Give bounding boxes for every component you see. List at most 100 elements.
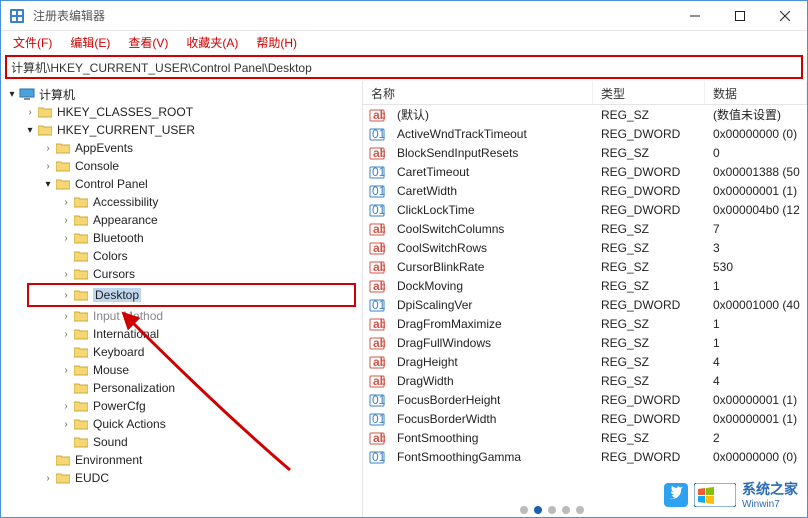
tree-hkcu[interactable]: ▾ HKEY_CURRENT_USER	[1, 121, 362, 139]
value-row[interactable]: abDragFromMaximizeREG_SZ1	[363, 314, 807, 333]
chevron-right-icon[interactable]: ›	[59, 365, 73, 376]
column-type[interactable]: 类型	[593, 81, 705, 104]
dot[interactable]	[548, 506, 556, 514]
chevron-down-icon[interactable]: ▾	[41, 179, 55, 190]
windows-logo-icon	[694, 483, 736, 507]
chevron-right-icon[interactable]: ›	[59, 215, 73, 226]
value-row[interactable]: 011FocusBorderHeightREG_DWORD0x00000001 …	[363, 390, 807, 409]
tree-appevents[interactable]: › AppEvents	[1, 139, 362, 157]
value-row[interactable]: abDragFullWindowsREG_SZ1	[363, 333, 807, 352]
value-row[interactable]: abDockMovingREG_SZ1	[363, 276, 807, 295]
tree-powercfg[interactable]: ›PowerCfg	[1, 397, 362, 415]
menu-help[interactable]: 帮助(H)	[248, 32, 305, 53]
column-name[interactable]: 名称	[363, 81, 593, 104]
tree-sound[interactable]: Sound	[1, 433, 362, 451]
tree-international[interactable]: ›International	[1, 325, 362, 343]
value-name: DockMoving	[389, 279, 593, 293]
value-row[interactable]: 011ClickLockTimeREG_DWORD0x000004b0 (12	[363, 200, 807, 219]
value-row[interactable]: 011DpiScalingVerREG_DWORD0x00001000 (40	[363, 295, 807, 314]
chevron-down-icon[interactable]: ▾	[23, 125, 37, 136]
value-row[interactable]: abDragWidthREG_SZ4	[363, 371, 807, 390]
chevron-right-icon[interactable]: ›	[59, 311, 73, 322]
chevron-right-icon[interactable]: ›	[59, 329, 73, 340]
value-data: 3	[705, 241, 807, 255]
value-name: CaretTimeout	[389, 165, 593, 179]
value-row[interactable]: abCoolSwitchColumnsREG_SZ7	[363, 219, 807, 238]
chevron-right-icon[interactable]: ›	[59, 419, 73, 430]
value-type: REG_SZ	[593, 431, 705, 445]
folder-icon	[73, 213, 89, 227]
maximize-button[interactable]	[717, 1, 762, 31]
tree-environment[interactable]: Environment	[1, 451, 362, 469]
chevron-right-icon[interactable]: ›	[41, 161, 55, 172]
svg-text:011: 011	[372, 127, 385, 141]
address-bar[interactable]: 计算机\HKEY_CURRENT_USER\Control Panel\Desk…	[5, 55, 803, 79]
tree-personalization[interactable]: Personalization	[1, 379, 362, 397]
value-row[interactable]: abBlockSendInputResetsREG_SZ0	[363, 143, 807, 162]
tree-controlpanel[interactable]: ▾ Control Panel	[1, 175, 362, 193]
dot[interactable]	[576, 506, 584, 514]
chevron-right-icon[interactable]: ›	[59, 269, 73, 280]
chevron-right-icon[interactable]: ›	[59, 401, 73, 412]
dot[interactable]	[520, 506, 528, 514]
minimize-button[interactable]	[672, 1, 717, 31]
tree-colors[interactable]: Colors	[1, 247, 362, 265]
chevron-right-icon[interactable]: ›	[41, 473, 55, 484]
tree-console[interactable]: › Console	[1, 157, 362, 175]
menu-edit[interactable]: 编辑(E)	[62, 32, 118, 53]
menu-favorites[interactable]: 收藏夹(A)	[178, 32, 246, 53]
tree-root[interactable]: ▾ 计算机	[1, 85, 362, 103]
dot-active[interactable]	[534, 506, 542, 514]
tree-cursors[interactable]: ›Cursors	[1, 265, 362, 283]
column-data[interactable]: 数据	[705, 81, 807, 104]
tree-quickactions[interactable]: ›Quick Actions	[1, 415, 362, 433]
chevron-right-icon[interactable]: ›	[59, 197, 73, 208]
tree-label: Control Panel	[75, 177, 148, 191]
value-row[interactable]: ab(默认)REG_SZ(数值未设置)	[363, 105, 807, 124]
value-row[interactable]: abCursorBlinkRateREG_SZ530	[363, 257, 807, 276]
close-button[interactable]	[762, 1, 807, 31]
list-body[interactable]: ab(默认)REG_SZ(数值未设置)011ActiveWndTrackTime…	[363, 105, 807, 517]
tree-eudc[interactable]: › EUDC	[1, 469, 362, 487]
values-listview: 名称 类型 数据 ab(默认)REG_SZ(数值未设置)011ActiveWnd…	[363, 81, 807, 517]
value-row[interactable]: abDragHeightREG_SZ4	[363, 352, 807, 371]
value-row[interactable]: abFontSmoothingREG_SZ2	[363, 428, 807, 447]
chevron-right-icon[interactable]: ›	[59, 290, 73, 301]
value-data: (数值未设置)	[705, 106, 807, 123]
registry-tree[interactable]: ▾ 计算机 › HKEY_CLASSES_ROOT ▾ HKEY_CURRENT…	[1, 81, 363, 517]
tree-keyboard[interactable]: Keyboard	[1, 343, 362, 361]
string-value-icon: ab	[369, 316, 385, 332]
menu-file[interactable]: 文件(F)	[5, 32, 60, 53]
svg-text:ab: ab	[373, 222, 385, 236]
tree-mouse[interactable]: ›Mouse	[1, 361, 362, 379]
value-row[interactable]: 011CaretTimeoutREG_DWORD0x00001388 (50	[363, 162, 807, 181]
dot[interactable]	[562, 506, 570, 514]
value-row[interactable]: 011FocusBorderWidthREG_DWORD0x00000001 (…	[363, 409, 807, 428]
tree-desktop[interactable]: ›Desktop	[29, 286, 354, 304]
binary-value-icon: 011	[369, 126, 385, 142]
value-row[interactable]: 011CaretWidthREG_DWORD0x00000001 (1)	[363, 181, 807, 200]
svg-text:ab: ab	[373, 241, 385, 255]
value-name: (默认)	[389, 106, 593, 123]
chevron-right-icon[interactable]: ›	[59, 233, 73, 244]
chevron-down-icon[interactable]: ▾	[5, 89, 19, 100]
tree-bluetooth[interactable]: ›Bluetooth	[1, 229, 362, 247]
value-row[interactable]: 011FontSmoothingGammaREG_DWORD0x00000000…	[363, 447, 807, 466]
tree-accessibility[interactable]: ›Accessibility	[1, 193, 362, 211]
tree-inputmethod[interactable]: ›Input Method	[1, 307, 362, 325]
value-type: REG_DWORD	[593, 298, 705, 312]
tree-appearance[interactable]: ›Appearance	[1, 211, 362, 229]
chevron-right-icon[interactable]: ›	[41, 143, 55, 154]
tree-hkcr[interactable]: › HKEY_CLASSES_ROOT	[1, 103, 362, 121]
folder-icon	[55, 177, 71, 191]
value-row[interactable]: abCoolSwitchRowsREG_SZ3	[363, 238, 807, 257]
menu-view[interactable]: 查看(V)	[120, 32, 176, 53]
string-value-icon: ab	[369, 221, 385, 237]
binary-value-icon: 011	[369, 202, 385, 218]
svg-text:ab: ab	[373, 336, 385, 350]
value-row[interactable]: 011ActiveWndTrackTimeoutREG_DWORD0x00000…	[363, 124, 807, 143]
chevron-right-icon[interactable]: ›	[23, 107, 37, 118]
string-value-icon: ab	[369, 354, 385, 370]
window-title: 注册表编辑器	[33, 7, 672, 24]
tree-label: EUDC	[75, 471, 109, 485]
